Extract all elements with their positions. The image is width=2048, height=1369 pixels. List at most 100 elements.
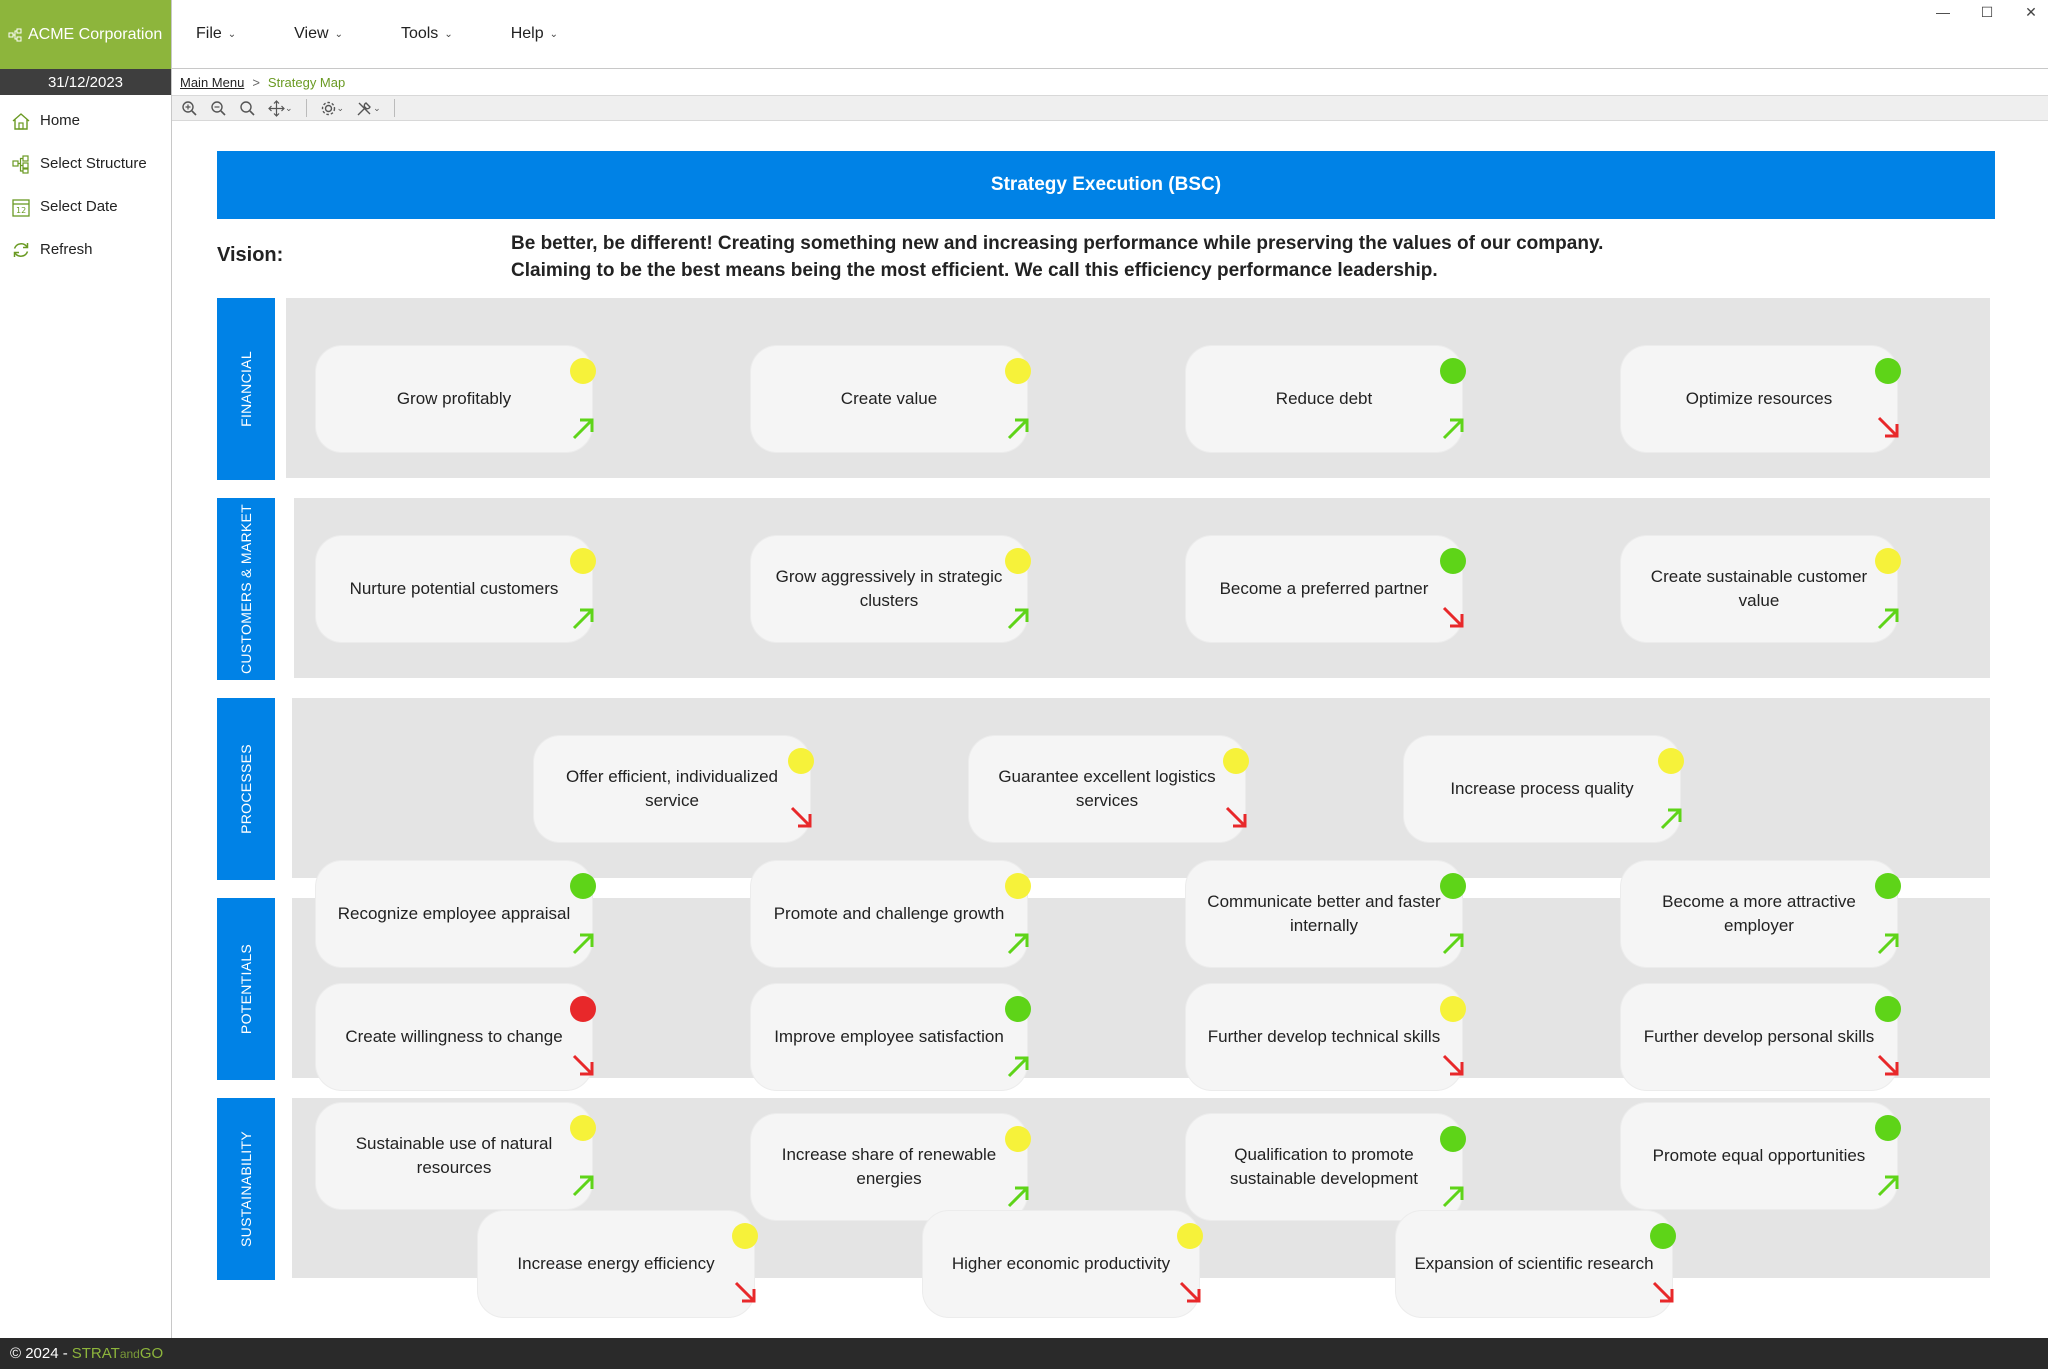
tools-button[interactable]: ⌄ <box>353 97 384 119</box>
trend-down-icon <box>1652 1281 1674 1303</box>
objective-node[interactable]: Increase process quality <box>1404 736 1684 842</box>
structure-icon <box>12 154 29 174</box>
status-yellow-indicator <box>1440 996 1466 1022</box>
objective-node[interactable]: Create value <box>751 346 1031 452</box>
objective-node[interactable]: Improve employee satisfaction <box>751 984 1031 1090</box>
minimize-icon[interactable]: — <box>1934 4 1952 21</box>
status-green-indicator <box>1440 873 1466 899</box>
menu-view[interactable]: View ⌄ <box>294 25 343 43</box>
trend-down-icon <box>734 1281 756 1303</box>
objective-node[interactable]: Recognize employee appraisal <box>316 861 596 967</box>
tools-icon <box>357 101 371 115</box>
breadcrumb-current: Strategy Map <box>267 75 346 90</box>
objective-node[interactable]: Sustainable use of natural resources <box>316 1103 596 1209</box>
objective-node[interactable]: Grow aggressively in strategic clusters <box>751 536 1031 642</box>
move-button[interactable]: ⌄ <box>265 97 296 119</box>
sidebar-item-select-date[interactable]: 12 Select Date <box>0 185 171 228</box>
status-yellow-indicator <box>1875 548 1901 574</box>
settings-icon <box>321 101 335 115</box>
calendar-icon: 12 <box>12 198 30 217</box>
objective-node[interactable]: Become a preferred partner <box>1186 536 1466 642</box>
brand-logo: STRAT and GO <box>72 1345 163 1362</box>
status-yellow-indicator <box>1005 873 1031 899</box>
org-structure-icon <box>8 28 22 41</box>
trend-down-icon <box>1442 606 1464 628</box>
objective-node[interactable]: Promote equal opportunities <box>1621 1103 1901 1209</box>
objective-node[interactable]: Optimize resources <box>1621 346 1901 452</box>
objective-node[interactable]: Grow profitably <box>316 346 596 452</box>
move-icon <box>268 99 285 117</box>
status-yellow-indicator <box>1005 1126 1031 1152</box>
chevron-down-icon: ⌄ <box>549 28 558 40</box>
objective-label: Grow profitably <box>396 389 512 408</box>
objective-node[interactable]: Increase energy efficiency <box>478 1211 758 1317</box>
objective-node[interactable]: Create sustainable customer value <box>1621 536 1901 642</box>
current-date[interactable]: 31/12/2023 <box>0 69 171 95</box>
settings-button[interactable]: ⌄ <box>317 97 348 119</box>
objective-node[interactable]: Higher economic productivity <box>923 1211 1203 1317</box>
objective-node[interactable]: Qualification to promote sustainable dev… <box>1186 1114 1466 1220</box>
trend-down-icon <box>790 806 812 828</box>
status-yellow-indicator <box>1005 548 1031 574</box>
zoom-fit-button[interactable] <box>236 97 259 119</box>
objective-node[interactable]: Become a more attractive employer <box>1621 861 1901 967</box>
zoom-fit-icon <box>240 100 255 116</box>
perspective-processes: PROCESSES <box>217 698 275 880</box>
objective-label: Reduce debt <box>1275 389 1373 408</box>
maximize-icon[interactable]: ☐ <box>1978 4 1996 21</box>
status-green-indicator <box>1650 1223 1676 1249</box>
objective-node[interactable]: Nurture potential customers <box>316 536 596 642</box>
objective-label: Optimize resources <box>1685 389 1833 408</box>
objective-node[interactable]: Further develop personal skills <box>1621 984 1901 1090</box>
trend-up-icon <box>1007 933 1029 955</box>
objective-node[interactable]: Expansion of scientific research <box>1396 1211 1676 1317</box>
menu-tools[interactable]: Tools ⌄ <box>401 25 453 43</box>
objective-node[interactable]: Promote and challenge growth <box>751 861 1031 967</box>
sidebar-item-label: Select Date <box>40 198 118 215</box>
objective-node[interactable]: Communicate better and faster internally <box>1186 861 1466 967</box>
zoom-out-button[interactable] <box>207 97 230 119</box>
objective-node[interactable]: Create willingness to change <box>316 984 596 1090</box>
status-green-indicator <box>570 873 596 899</box>
objective-label: Become a more attractive employer <box>1662 892 1856 935</box>
objective-label: Promote and challenge growth <box>773 904 1005 923</box>
close-icon[interactable]: ✕ <box>2022 4 2040 21</box>
chevron-right-icon: > <box>252 75 260 90</box>
vision-statement: Be better, be different! Creating someth… <box>511 230 1603 284</box>
sidebar-item-home[interactable]: Home <box>0 99 171 142</box>
objective-label: Offer efficient, individualized service <box>566 767 778 810</box>
objective-node[interactable]: Further develop technical skills <box>1186 984 1466 1090</box>
breadcrumb-main-menu[interactable]: Main Menu <box>180 75 244 90</box>
menu-file[interactable]: File ⌄ <box>196 25 236 43</box>
objective-label: Guarantee excellent logistics services <box>998 767 1216 810</box>
status-yellow-indicator <box>570 548 596 574</box>
sidebar-item-refresh[interactable]: Refresh <box>0 228 171 271</box>
objective-node[interactable]: Increase share of renewable energies <box>751 1114 1031 1220</box>
objective-label: Higher economic productivity <box>951 1254 1171 1273</box>
perspective-label: PROCESSES <box>238 744 254 834</box>
zoom-in-button[interactable] <box>178 97 201 119</box>
toolbar: ⌄ ⌄ ⌄ <box>172 95 2048 121</box>
perspective-label: CUSTOMERS & MARKET <box>238 503 254 675</box>
status-green-indicator <box>1005 996 1031 1022</box>
trend-up-icon <box>572 608 594 630</box>
sidebar-item-select-structure[interactable]: Select Structure <box>0 142 171 185</box>
objective-node[interactable]: Reduce debt <box>1186 346 1466 452</box>
objective-node[interactable]: Offer efficient, individualized service <box>534 736 814 842</box>
perspective-label: FINANCIAL <box>238 351 255 427</box>
menu-label: View <box>294 25 329 42</box>
trend-up-icon <box>1877 1175 1899 1197</box>
objective-node[interactable]: Guarantee excellent logistics services <box>969 736 1249 842</box>
copyright-text: © 2024 - <box>10 1345 68 1362</box>
menu-help[interactable]: Help ⌄ <box>511 25 558 43</box>
status-yellow-indicator <box>732 1223 758 1249</box>
trend-up-icon <box>1442 418 1464 440</box>
status-yellow-indicator <box>788 748 814 774</box>
company-selector[interactable]: ACME Corporation <box>0 0 171 69</box>
objective-label: Create willingness to change <box>345 1027 563 1046</box>
vision-line: Be better, be different! Creating someth… <box>511 233 1604 254</box>
trend-down-icon <box>1877 416 1899 438</box>
map-title: Strategy Execution (BSC) <box>217 151 1995 219</box>
refresh-icon <box>13 242 29 257</box>
brand-part: and <box>119 1347 140 1361</box>
